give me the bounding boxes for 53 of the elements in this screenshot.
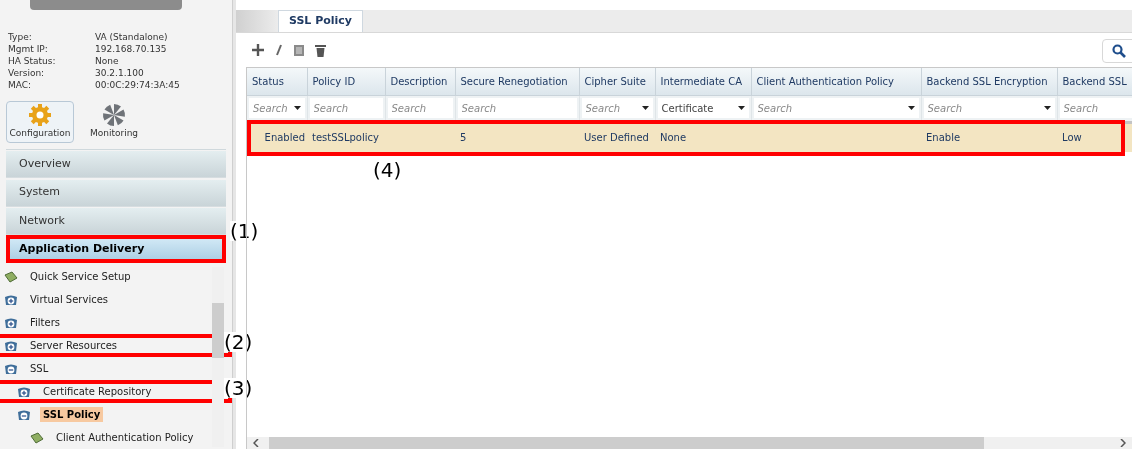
info-value: 192.168.70.135 bbox=[95, 43, 167, 55]
table-cell: Low bbox=[1062, 132, 1082, 144]
callout-label: (1) bbox=[230, 220, 259, 241]
filter-field[interactable]: Search bbox=[581, 98, 653, 118]
column-header[interactable]: Cipher Suite bbox=[579, 68, 655, 95]
column-header[interactable]: Backend SSL Encryption bbox=[921, 68, 1057, 95]
filter-field[interactable]: Search bbox=[923, 98, 1055, 118]
filter-field[interactable]: Search bbox=[309, 98, 383, 118]
filter-field[interactable]: Search bbox=[1059, 98, 1132, 118]
info-value: None bbox=[95, 55, 119, 67]
info-label: HA Status: bbox=[8, 55, 57, 67]
info-value: 00:0C:29:74:3A:45 bbox=[95, 79, 180, 91]
table-cell: Enable bbox=[926, 132, 961, 144]
callout-label: (4) bbox=[373, 160, 402, 180]
table-cell: Enabled bbox=[264, 132, 305, 144]
column-header[interactable]: Backend SSL bbox=[1057, 68, 1132, 95]
tree-item[interactable]: Quick Service Setup bbox=[27, 269, 134, 284]
info-value: 30.2.1.100 bbox=[95, 67, 144, 79]
column-header[interactable]: Intermediate CA bbox=[655, 68, 751, 95]
filter-field[interactable]: Search bbox=[753, 98, 919, 118]
info-label: MAC: bbox=[8, 79, 33, 91]
mode-button[interactable]: Monitoring bbox=[80, 101, 148, 143]
info-label: Version: bbox=[8, 67, 46, 79]
tree-item[interactable]: Filters bbox=[27, 315, 63, 330]
info-label: Mgmt IP: bbox=[8, 43, 49, 55]
tree-item[interactable]: Certificate Repository bbox=[40, 384, 155, 399]
filter-field[interactable]: Certificate bbox=[657, 98, 749, 118]
column-header[interactable]: Client Authentication Policy bbox=[751, 68, 921, 95]
info-label: Type: bbox=[8, 31, 33, 43]
tree-item[interactable]: SSL Policy bbox=[40, 407, 104, 422]
nav-item[interactable]: System bbox=[6, 179, 226, 207]
nav-item[interactable]: Overview bbox=[6, 151, 226, 179]
column-header[interactable]: Secure Renegotiation bbox=[455, 68, 579, 95]
filter-field[interactable]: Search bbox=[387, 98, 453, 118]
filter-field[interactable]: Search bbox=[249, 98, 305, 118]
tree-item[interactable]: Client Authentication Policy bbox=[53, 430, 197, 445]
column-header[interactable]: Policy ID bbox=[307, 68, 385, 95]
column-header[interactable]: Description bbox=[385, 68, 455, 95]
callout-label: (3) bbox=[224, 378, 253, 398]
column-header[interactable]: Status bbox=[247, 68, 307, 95]
info-value: VA (Standalone) bbox=[95, 31, 168, 43]
table-cell: User Defined bbox=[584, 132, 649, 144]
tree-item[interactable]: SSL bbox=[27, 361, 52, 376]
tab[interactable]: SSL Policy bbox=[278, 10, 364, 32]
filter-field[interactable]: Search bbox=[457, 98, 577, 118]
table-cell: testSSLpolicy bbox=[312, 132, 379, 144]
tree-item[interactable]: Server Resources bbox=[27, 338, 121, 353]
nav-item[interactable]: Network bbox=[6, 207, 226, 235]
table-cell: None bbox=[660, 132, 687, 144]
table-cell: 5 bbox=[460, 132, 467, 144]
mode-button[interactable]: Configuration bbox=[6, 101, 74, 143]
tree-item[interactable]: Virtual Services bbox=[27, 292, 112, 307]
callout-label: (2) bbox=[224, 332, 253, 352]
